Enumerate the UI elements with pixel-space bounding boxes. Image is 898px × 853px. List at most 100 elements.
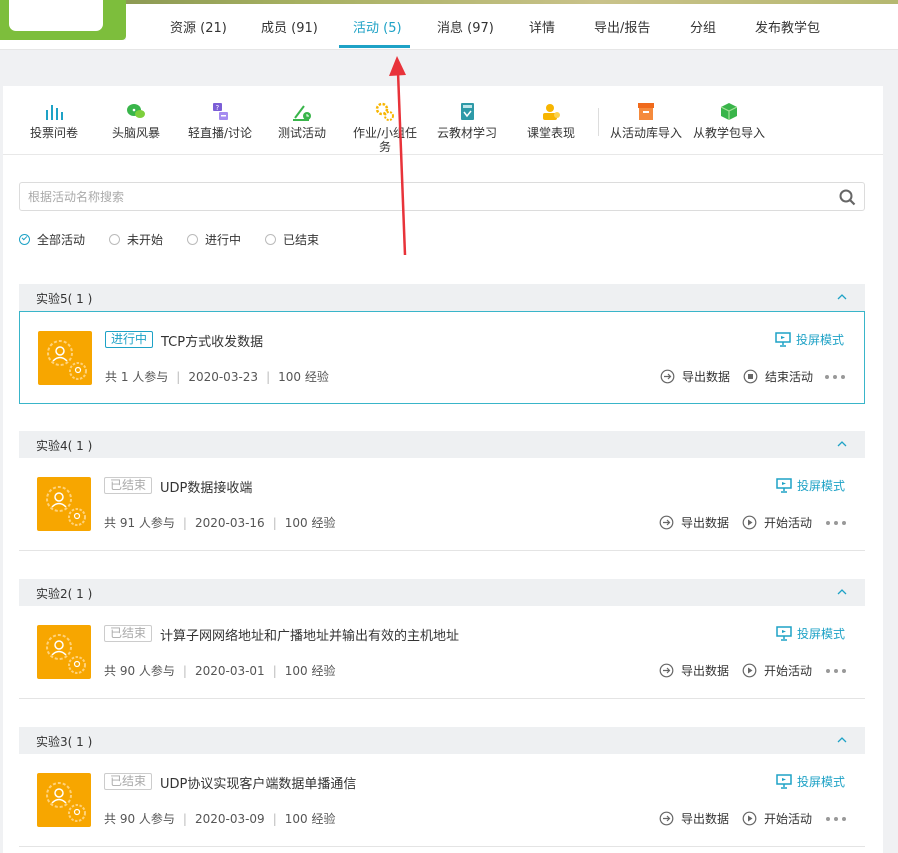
chevron-up-icon[interactable] [837,735,847,745]
group-header[interactable]: 实验5( 1 ) [19,284,865,311]
filter-label: 已结束 [283,233,320,247]
tool-class-performance[interactable]: 课堂表现 [524,102,578,140]
export-icon [659,663,674,678]
activity-card[interactable]: 已结束 UDP协议实现客户端数据单播通信 共 90 人参与 | 2020-03-09… [19,754,865,847]
tool-brainstorm[interactable]: 头脑风暴 [111,102,161,140]
radio-icon [265,234,276,245]
export-data-button[interactable]: 导出数据 [659,662,729,679]
status-badge: 已结束 [104,625,153,642]
end-activity-button[interactable]: 结束活动 [743,368,813,385]
action-label: 开始活动 [764,516,813,530]
more-options-icon[interactable] [825,375,845,379]
chevron-up-icon[interactable] [837,587,847,597]
activity-meta: 共 1 人参与 | 2020-03-23 | 100 经验 [105,370,329,384]
tab-export-report[interactable]: 导出/报告 [594,17,650,36]
logo-frame [6,0,106,34]
action-label: 开始活动 [764,812,813,826]
activity-thumbnail [37,773,91,827]
tool-homework-group-task[interactable]: 作业/小组任务 [351,102,419,154]
tab-groups[interactable]: 分组 [690,17,716,36]
group-title: 实验4( 1 ) [36,439,93,453]
tool-label: 云教材学习 [436,126,497,140]
export-data-button[interactable]: 导出数据 [660,368,730,385]
bar-chart-icon [46,105,63,120]
tool-cloud-textbook[interactable]: 云教材学习 [435,102,499,140]
action-label: 开始活动 [764,664,813,678]
projection-mode-button[interactable]: 投屏模式 [776,773,845,790]
filter-in-progress[interactable]: 进行中 [187,231,241,248]
tool-label: 从活动库导入 [609,126,682,140]
filter-not-started[interactable]: 未开始 [109,231,163,248]
tab-activities[interactable]: 活动 (5) [353,17,402,36]
discussion-icon: ? [213,103,228,120]
export-icon [659,811,674,826]
tab-details[interactable]: 详情 [529,17,555,36]
activity-thumbnail [37,477,91,531]
projector-icon [775,332,791,347]
export-icon [660,369,675,384]
activity-title[interactable]: UDP协议实现客户端数据单播通信 [160,773,356,792]
participant-count: 共 90 人参与 [104,664,175,678]
participant-count: 共 90 人参与 [104,812,175,826]
projection-mode-button[interactable]: 投屏模式 [776,625,845,642]
toolbar-divider [598,108,599,136]
tab-members[interactable]: 成员 (91) [261,17,318,36]
book-icon [461,103,474,120]
radio-icon [187,234,198,245]
activity-panel: 投票问卷 头脑风暴 ? 轻直播/讨论 测试活动 作业/小组任务 云教材学习 课堂… [3,86,883,853]
filter-ended[interactable]: 已结束 [265,231,319,248]
tab-resources[interactable]: 资源 (21) [170,17,227,36]
projection-mode-button[interactable]: 投屏模式 [775,331,844,348]
filter-label: 全部活动 [37,233,86,247]
tab-messages[interactable]: 消息 (97) [437,17,494,36]
projector-icon [776,626,792,641]
activity-card[interactable]: 进行中 TCP方式收发数据 共 1 人参与 | 2020-03-23 | 100 经验 … [19,311,865,404]
experience-points: 100 经验 [284,516,336,530]
tool-test[interactable]: 测试活动 [277,102,327,140]
tool-label: 从教学包导入 [692,126,765,140]
play-icon [742,515,757,530]
activity-title[interactable]: 计算子网网络地址和广播地址并输出有效的主机地址 [160,625,459,644]
filter-all[interactable]: 全部活动 [19,231,85,248]
tool-live-discussion[interactable]: ? 轻直播/讨论 [185,102,255,140]
projection-label: 投屏模式 [796,627,845,641]
more-options-icon[interactable] [826,669,846,673]
group-header[interactable]: 实验4( 1 ) [19,431,865,458]
projection-mode-button[interactable]: 投屏模式 [776,477,845,494]
activity-meta: 共 90 人参与 | 2020-03-09 | 100 经验 [104,812,336,826]
more-options-icon[interactable] [826,521,846,525]
activity-card[interactable]: 已结束 计算子网网络地址和广播地址并输出有效的主机地址 共 90 人参与 | 202… [19,606,865,699]
activity-title[interactable]: TCP方式收发数据 [161,331,263,350]
activity-date: 2020-03-16 [194,516,265,530]
more-options-icon[interactable] [826,817,846,821]
start-activity-button[interactable]: 开始活动 [742,514,812,531]
activity-search-box [19,182,865,211]
chevron-up-icon[interactable] [837,292,847,302]
export-data-button[interactable]: 导出数据 [659,810,729,827]
search-icon[interactable] [839,189,856,206]
participant-count: 共 91 人参与 [104,516,175,530]
tool-label: 作业/小组任务 [352,126,418,154]
tool-import-from-library[interactable]: 从活动库导入 [609,102,683,140]
chevron-up-icon[interactable] [837,439,847,449]
export-data-button[interactable]: 导出数据 [659,514,729,531]
active-tab-indicator [339,45,410,48]
group-header[interactable]: 实验2( 1 ) [19,579,865,606]
start-activity-button[interactable]: 开始活动 [742,662,812,679]
activity-meta: 共 90 人参与 | 2020-03-01 | 100 经验 [104,664,336,678]
activity-title[interactable]: UDP数据接收端 [160,477,252,496]
group-header[interactable]: 实验3( 1 ) [19,727,865,754]
tool-label: 测试活动 [277,126,326,140]
start-activity-button[interactable]: 开始活动 [742,810,812,827]
activity-search-input[interactable] [28,187,808,206]
tab-publish-package[interactable]: 发布教学包 [755,17,820,36]
tool-import-from-package[interactable]: 从教学包导入 [692,102,766,140]
tool-vote-survey[interactable]: 投票问卷 [29,102,79,140]
tool-label: 课堂表现 [526,126,575,140]
projector-icon [776,774,792,789]
activity-card[interactable]: 已结束 UDP数据接收端 共 91 人参与 | 2020-03-16 | 100 经验 … [19,458,865,551]
experience-points: 100 经验 [284,812,336,826]
activity-date: 2020-03-01 [194,664,265,678]
activity-date: 2020-03-23 [188,370,259,384]
gear-task-icon [375,102,394,121]
